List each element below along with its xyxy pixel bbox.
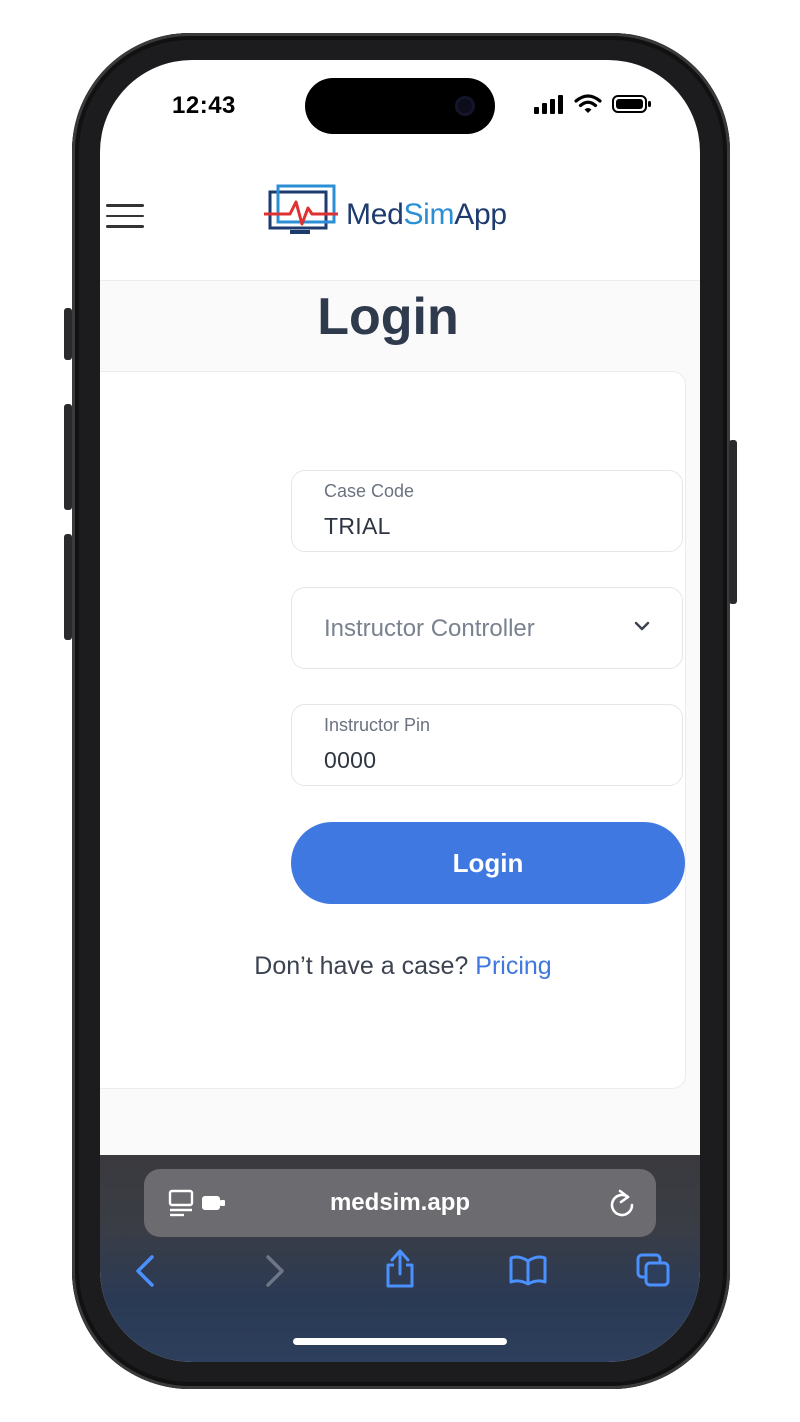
phone-screen: 12:43 MedSimApp Login Case Code TRIAL In… (100, 60, 700, 1362)
signal-icon (534, 95, 563, 114)
logo-text-med: Med (346, 198, 404, 231)
chevron-down-icon (634, 621, 650, 631)
share-icon[interactable] (384, 1247, 416, 1289)
role-select-value[interactable]: Instructor Controller (324, 615, 535, 643)
logo-wordmark: MedSimApp (346, 198, 507, 232)
dynamic-island (305, 78, 495, 134)
bookmarks-icon[interactable] (508, 1253, 548, 1287)
action-button (64, 308, 72, 360)
page-content: Login Case Code TRIAL Instructor Control… (100, 281, 700, 1155)
signup-prompt-text: Don’t have a case? (254, 952, 469, 980)
login-button[interactable]: Login (291, 822, 685, 904)
monitor-heartbeat-logo-icon (264, 184, 338, 234)
battery-icon (612, 95, 651, 113)
instructor-pin-label: Instructor Pin (324, 715, 431, 735)
status-time: 12:43 (172, 92, 236, 119)
volume-up-button (64, 404, 72, 510)
case-code-input[interactable]: TRIAL (324, 513, 391, 540)
forward-icon[interactable] (264, 1253, 286, 1289)
back-icon[interactable] (134, 1253, 156, 1289)
site-header: MedSimApp (100, 160, 700, 281)
case-code-label: Case Code (324, 481, 415, 501)
wifi-icon (574, 94, 602, 113)
login-card: Case Code TRIAL Instructor Controller In… (100, 371, 686, 1089)
tabs-icon[interactable] (636, 1253, 672, 1289)
logo-text-app: App (454, 198, 507, 231)
hamburger-menu-icon[interactable] (106, 204, 144, 232)
case-code-field[interactable]: Case Code TRIAL (291, 470, 683, 552)
camera-icon (455, 96, 475, 116)
browser-toolbar (100, 1249, 700, 1305)
medsimapp-logo[interactable]: MedSimApp (260, 182, 507, 248)
pricing-link[interactable]: Pricing (475, 952, 551, 980)
volume-down-button (64, 534, 72, 640)
url-text: medsim.app (329, 1189, 471, 1216)
role-select[interactable]: Instructor Controller (291, 587, 683, 669)
reload-icon[interactable] (608, 1187, 636, 1219)
address-bar[interactable]: medsim.app (144, 1169, 656, 1237)
instructor-pin-input[interactable]: 0000 (324, 747, 376, 774)
page-title: Login (317, 288, 459, 346)
signup-prompt: Don’t have a case? Pricing (101, 952, 700, 981)
power-button (729, 440, 737, 604)
status-icons (534, 94, 652, 114)
home-indicator[interactable] (293, 1338, 507, 1345)
status-bar: 12:43 (100, 60, 700, 160)
browser-bottom-bar: medsim.app (100, 1155, 700, 1362)
instructor-pin-field[interactable]: Instructor Pin 0000 (291, 704, 683, 786)
logo-text-sim: Sim (403, 198, 455, 231)
